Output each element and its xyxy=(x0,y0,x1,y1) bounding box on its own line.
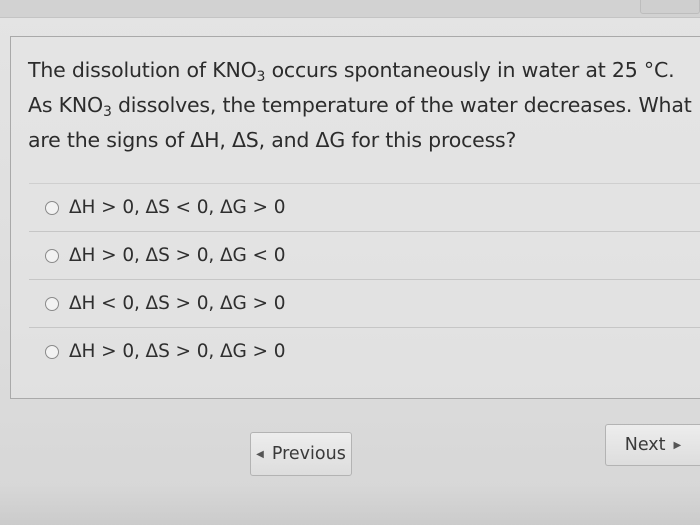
answer-option-label: ΔH > 0, ΔS > 0, ΔG < 0 xyxy=(69,245,286,266)
radio-button-icon[interactable] xyxy=(45,296,59,311)
next-button[interactable]: Next ▶ xyxy=(605,424,700,466)
question-line-2: As KNO3 dissolves, the temperature of th… xyxy=(28,93,692,120)
answer-options: ΔH > 0, ΔS < 0, ΔG > 0 ΔH > 0, ΔS > 0, Δ… xyxy=(29,183,700,375)
question-line-3: are the signs of ΔH, ΔS, and ΔG for this… xyxy=(28,128,517,152)
next-button-label: Next xyxy=(624,435,666,455)
top-right-button[interactable] xyxy=(640,0,700,14)
triangle-right-icon: ▶ xyxy=(673,439,682,451)
question-line-1: The dissolution of KNO3 occurs spontaneo… xyxy=(28,58,675,85)
answer-option-1[interactable]: ΔH > 0, ΔS < 0, ΔG > 0 xyxy=(29,183,700,231)
question-panel: The dissolution of KNO3 occurs spontaneo… xyxy=(10,36,700,399)
answer-option-3[interactable]: ΔH < 0, ΔS > 0, ΔG > 0 xyxy=(29,279,700,327)
top-bar xyxy=(0,0,700,18)
page: The dissolution of KNO3 occurs spontaneo… xyxy=(0,0,700,525)
answer-option-4[interactable]: ΔH > 0, ΔS > 0, ΔG > 0 xyxy=(29,327,700,375)
answer-option-label: ΔH > 0, ΔS < 0, ΔG > 0 xyxy=(69,197,286,218)
bottom-shade xyxy=(0,485,700,525)
answer-option-label: ΔH > 0, ΔS > 0, ΔG > 0 xyxy=(69,341,286,362)
radio-button-icon[interactable] xyxy=(45,344,59,359)
question-text: The dissolution of KNO3 occurs spontaneo… xyxy=(28,53,693,158)
answer-option-2[interactable]: ΔH > 0, ΔS > 0, ΔG < 0 xyxy=(29,231,700,279)
radio-button-icon[interactable] xyxy=(45,200,59,215)
answer-option-label: ΔH < 0, ΔS > 0, ΔG > 0 xyxy=(69,293,286,314)
radio-button-icon[interactable] xyxy=(45,248,59,263)
previous-button-label: Previous xyxy=(271,444,346,464)
previous-button[interactable]: ◀ Previous xyxy=(250,432,352,476)
triangle-left-icon: ◀ xyxy=(256,448,264,460)
